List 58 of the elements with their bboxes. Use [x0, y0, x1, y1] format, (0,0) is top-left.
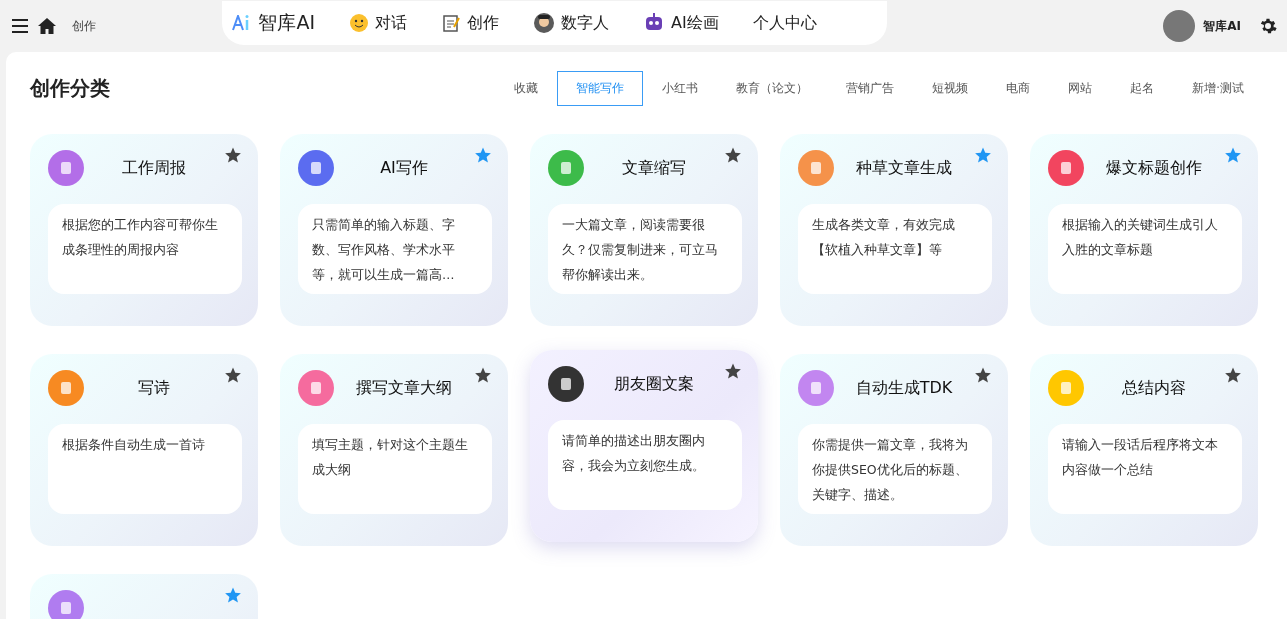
card-title: 撰写文章大纲	[355, 377, 453, 399]
user-avatar[interactable]	[1163, 10, 1196, 42]
star-icon[interactable]	[724, 146, 742, 164]
card-title: 工作周报	[121, 157, 187, 179]
card-title: 种草文章生成	[855, 157, 953, 179]
tool-card[interactable]: 文章缩写 一大篇文章，阅读需要很久？仅需复制进来，可立马帮你解读出来。	[530, 134, 758, 326]
card-description: 根据条件自动生成一首诗	[48, 424, 242, 514]
tool-card[interactable]: 撰写文章大纲 填写主题，针对这个主题生成大纲	[280, 354, 508, 546]
section-title: 创作分类	[30, 74, 111, 102]
star-icon[interactable]	[224, 146, 242, 164]
settings-icon[interactable]	[1259, 17, 1277, 35]
star-icon[interactable]	[974, 366, 992, 384]
tool-card[interactable]: 爆文标题创作 根据输入的关键词生成引人入胜的文章标题	[1030, 134, 1258, 326]
card-title: 自动生成TDK	[854, 377, 954, 399]
star-icon[interactable]	[474, 146, 492, 164]
card-title: 朋友圈文案	[613, 373, 695, 395]
star-icon[interactable]	[974, 146, 992, 164]
card-title: 总结内容	[1121, 377, 1187, 399]
card-description: 根据您的工作内容可帮你生成条理性的周报内容	[48, 204, 242, 294]
person-icon	[533, 12, 556, 34]
brand-logo-link[interactable]: 智库AI	[232, 10, 316, 36]
card-title: AI写作	[379, 157, 429, 179]
card-description: 请简单的描述出朋友圈内容，我会为立刻您生成。	[548, 420, 742, 510]
star-icon[interactable]	[1224, 366, 1242, 384]
emoji-icon	[349, 13, 370, 33]
tool-card[interactable]: 自动生成TDK 你需提供一篇文章，我将为你提供SEO优化后的标题、关键字、描述。	[780, 354, 1008, 546]
tool-card[interactable]: 写诗 根据条件自动生成一首诗	[30, 354, 258, 546]
menu-icon[interactable]	[12, 19, 28, 33]
star-icon[interactable]	[224, 586, 242, 604]
card-description: 填写主题，针对这个主题生成大纲	[298, 424, 492, 514]
star-icon[interactable]	[724, 362, 742, 380]
card-description: 只需简单的输入标题、字数、写作风格、学术水平等，就可以生成一篇高…	[298, 204, 492, 294]
star-icon[interactable]	[474, 366, 492, 384]
category-tab[interactable]: 智能写作	[557, 70, 644, 106]
card-title: 爆文标题创作	[1105, 157, 1203, 179]
note-icon	[441, 13, 462, 33]
tool-card[interactable]: AI写作 只需简单的输入标题、字数、写作风格、学术水平等，就可以生成一篇高…	[280, 134, 508, 326]
card-description: 你需提供一篇文章，我将为你提供SEO优化后的标题、关键字、描述。	[798, 424, 992, 514]
card-description: 一大篇文章，阅读需要很久？仅需复制进来，可立马帮你解读出来。	[548, 204, 742, 294]
nav-link[interactable]: 个人中心	[752, 12, 817, 34]
tool-card[interactable]: 总结内容 请输入一段话后程序将文本内容做一个总结	[1030, 354, 1258, 546]
card-title: 文章缩写	[621, 157, 687, 179]
nav-link[interactable]: 数字人	[533, 12, 610, 34]
nav-link[interactable]: 创作	[441, 12, 500, 34]
star-icon[interactable]	[224, 366, 242, 384]
tool-card[interactable]: 工作周报 根据您的工作内容可帮你生成条理性的周报内容	[30, 134, 258, 326]
user-name: 智库AI	[1203, 17, 1241, 35]
card-description: 根据输入的关键词生成引人入胜的文章标题	[1048, 204, 1242, 294]
breadcrumb[interactable]: 创作	[72, 17, 96, 35]
tool-card[interactable]: 朋友圈文案 请简单的描述出朋友圈内容，我会为立刻您生成。	[530, 350, 758, 542]
card-description: 生成各类文章，有效完成【软植入种草文章】等	[798, 204, 992, 294]
nav-link[interactable]: AI绘画	[643, 12, 719, 34]
card-description: 请输入一段话后程序将文本内容做一个总结	[1048, 424, 1242, 514]
tool-card[interactable]: 种草文章生成 生成各类文章，有效完成【软植入种草文章】等	[780, 134, 1008, 326]
star-icon[interactable]	[1224, 146, 1242, 164]
card-title: 写诗	[137, 377, 171, 399]
nav-link[interactable]: 对话	[349, 12, 408, 34]
home-icon[interactable]	[38, 18, 56, 34]
